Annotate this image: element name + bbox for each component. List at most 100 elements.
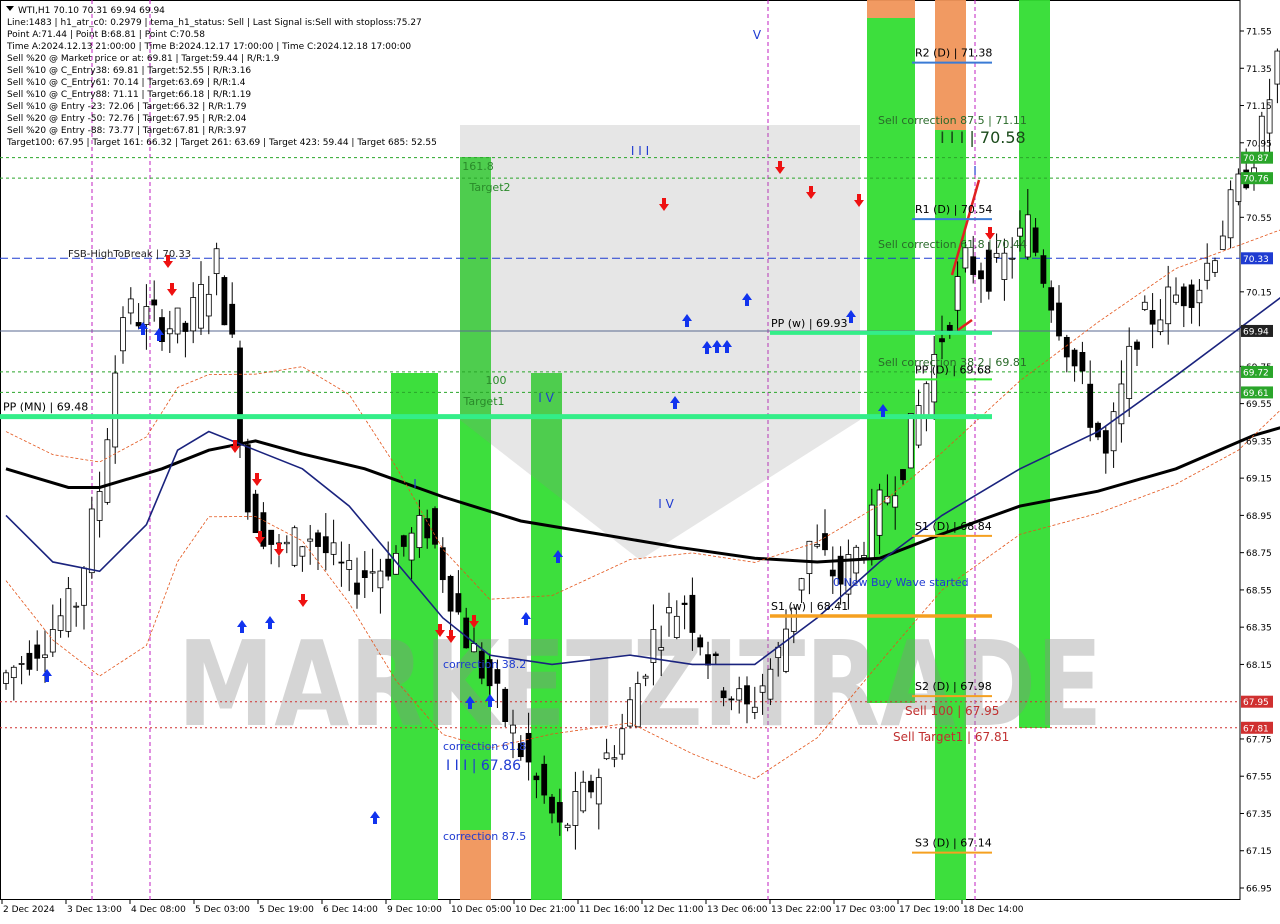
y-tick-label: 69.55	[1246, 400, 1272, 410]
candle-body	[104, 439, 111, 503]
candle-body	[229, 303, 236, 335]
candle-body	[1219, 235, 1226, 250]
y-tick-label: 67.35	[1246, 810, 1272, 820]
candle-body	[681, 602, 688, 605]
price-tag-text: 69.94	[1243, 327, 1269, 337]
x-tick-label: 17 Dec 03:00	[835, 905, 896, 915]
x-tick-label: 3 Dec 13:00	[67, 905, 122, 915]
level-label-7: S1 (w) | 68.41	[771, 600, 848, 613]
candle-body	[1048, 287, 1055, 311]
candle-body	[564, 824, 571, 828]
candle-body	[166, 328, 173, 335]
annotation-7: I I I | 67.86	[446, 758, 521, 774]
annotation-12: Sell correction 38.2 | 69.81	[878, 356, 1027, 369]
candle-body	[728, 698, 735, 701]
candle-body	[1274, 50, 1280, 85]
candle-body	[307, 538, 314, 542]
candle-body	[330, 542, 337, 555]
annotation-11: Sell correction 61.8 | 70.44	[878, 238, 1027, 251]
y-tick-label: 68.15	[1246, 661, 1272, 671]
annotation-15: Sell Target1 | 67.81	[893, 730, 1009, 744]
candle-body	[1001, 252, 1008, 280]
info-line-2: Point A:71.44 | Point B:68.81 | Point C:…	[7, 30, 205, 40]
price-tag-text: 67.81	[1243, 724, 1269, 734]
y-tick-label: 68.55	[1246, 586, 1272, 596]
level-label-1: R1 (D) | 70.54	[915, 203, 992, 216]
candle-body	[400, 535, 407, 547]
level-label-5: S3 (D) | 67.14	[915, 837, 992, 850]
candle-body	[268, 529, 275, 545]
x-tick-label: 10 Dec 21:00	[515, 905, 576, 915]
x-tick-label: 9 Dec 10:00	[387, 905, 442, 915]
candle-body	[1032, 227, 1039, 253]
candle-body	[915, 405, 922, 446]
x-tick-label: 11 Dec 16:00	[579, 905, 640, 915]
y-tick-label: 68.35	[1246, 624, 1272, 634]
candle-body	[978, 270, 984, 280]
info-line-6: Sell %10 @ C_Entry61: 70.14 | Target:63.…	[7, 78, 246, 88]
candle-body	[939, 338, 945, 343]
candle-body	[1056, 302, 1062, 337]
candle-body	[315, 532, 321, 547]
candle-body	[65, 588, 72, 632]
x-tick-label: 5 Dec 19:00	[259, 905, 314, 915]
info-line-0: WTI,H1 70.10 70.31 69.94 69.94	[18, 6, 165, 16]
candle-body	[1040, 255, 1047, 284]
candle-body	[198, 284, 204, 329]
candle-body	[798, 578, 805, 591]
wave-label-0: V	[753, 28, 762, 42]
candle-body	[1157, 319, 1164, 333]
candle-body	[42, 654, 48, 658]
candle-body	[338, 561, 345, 564]
candle-body	[868, 504, 875, 560]
candle-body	[751, 706, 758, 713]
y-tick-label: 68.75	[1246, 549, 1272, 559]
candle-body	[814, 544, 821, 547]
level-label-8: PP (MN) | 69.48	[3, 401, 88, 414]
candle-body	[783, 628, 789, 672]
candle-body	[1063, 336, 1070, 358]
y-tick-label: 70.15	[1246, 288, 1272, 298]
x-tick-label: 2 Dec 2024	[3, 905, 55, 915]
y-tick-label: 67.55	[1246, 773, 1272, 783]
candle-body	[1126, 345, 1133, 399]
candle-body	[291, 527, 298, 566]
candle-body	[447, 575, 454, 612]
candle-body	[533, 775, 540, 781]
candle-body	[174, 307, 181, 335]
annotation-13: 0 New Buy Wave started	[833, 576, 969, 589]
candle-body	[455, 593, 462, 613]
candle-body	[26, 652, 33, 670]
candle-body	[1165, 286, 1172, 325]
candle-body	[900, 469, 906, 481]
y-tick-label: 67.75	[1246, 735, 1272, 745]
candle-body	[252, 493, 259, 534]
info-line-1: Line:1483 | h1_atr_c0: 0.2979 | tema_h1_…	[7, 18, 422, 28]
candle-body	[759, 685, 766, 693]
candle-body	[369, 571, 376, 574]
annotation-6: correction 61.8	[443, 740, 526, 753]
info-line-10: Sell %20 @ Entry -88: 73.77 | Target:67.…	[7, 126, 246, 136]
y-tick-label: 71.55	[1246, 28, 1272, 38]
candle-body	[549, 796, 555, 814]
candle-body	[10, 666, 17, 679]
candle-body	[237, 347, 243, 446]
candle-body	[120, 317, 126, 352]
candle-body	[970, 256, 977, 275]
candle-body	[1188, 284, 1195, 308]
info-line-3: Time A:2024.12.13 21:00:00 | Time B:2024…	[6, 42, 411, 52]
level-label-6: PP (w) | 69.93	[771, 317, 848, 330]
candle-body	[666, 607, 672, 614]
candle-body	[439, 547, 446, 581]
annotation-8: correction 87.5	[443, 830, 526, 843]
chart-svg: MARKETZITRADE R2 (D) | 71.38R1 (D) | 70.…	[0, 0, 1280, 920]
info-line-8: Sell %10 @ Entry -23: 72.06 | Target:66.…	[7, 102, 247, 112]
candle-body	[1102, 430, 1109, 454]
candle-body	[556, 802, 563, 823]
candle-body	[673, 615, 680, 638]
candle-body	[588, 780, 594, 793]
candle-body	[689, 594, 696, 633]
y-tick-label: 67.15	[1246, 847, 1272, 857]
candle-body	[946, 324, 953, 331]
y-tick-label: 68.95	[1246, 512, 1272, 522]
